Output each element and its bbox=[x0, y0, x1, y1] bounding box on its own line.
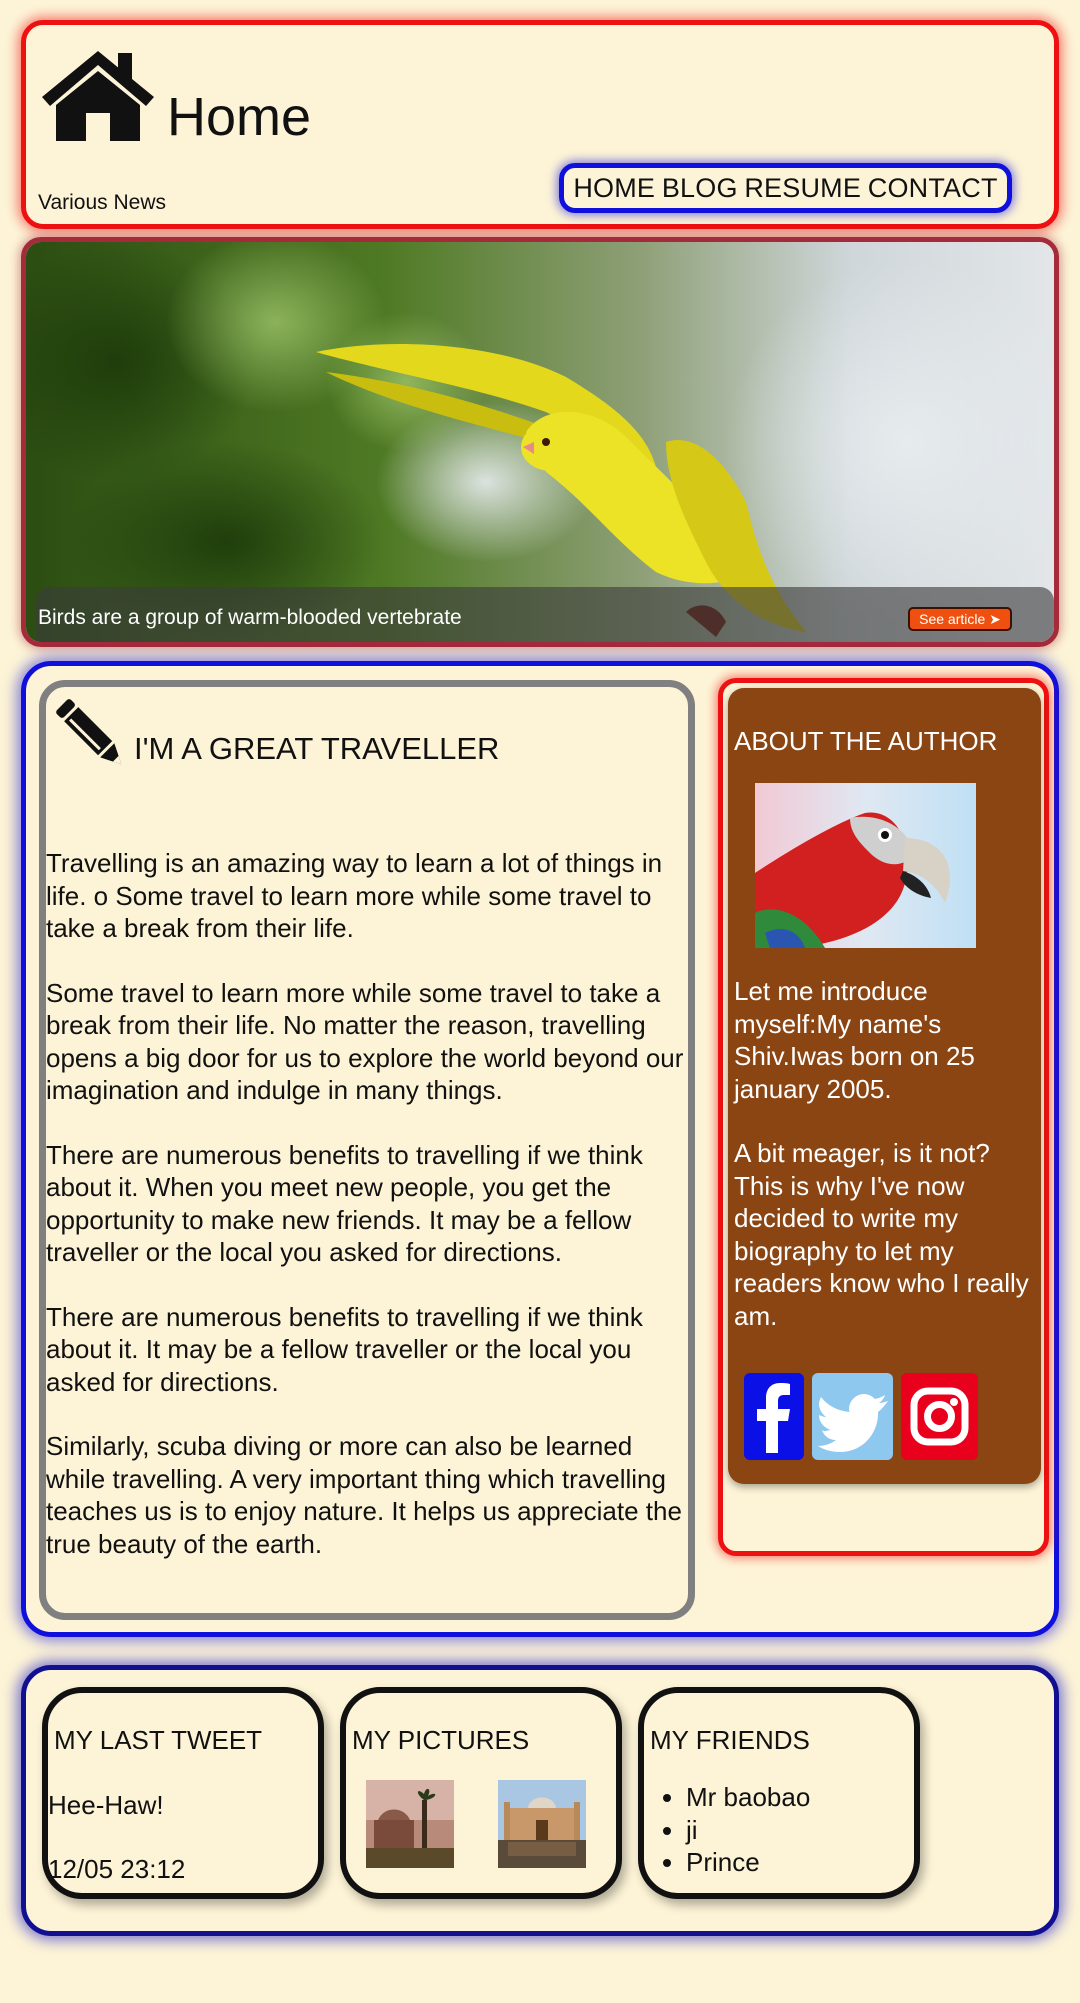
bird-photo bbox=[26, 242, 1054, 642]
friend-item[interactable]: Prince bbox=[686, 1846, 810, 1879]
last-tweet-title: MY LAST TWEET bbox=[54, 1725, 263, 1755]
author-panel: ABOUT THE AUTHOR Let me introduce myself… bbox=[718, 678, 1049, 1556]
my-pictures-title: MY PICTURES bbox=[352, 1725, 530, 1755]
hero-caption: Birds are a group of warm-blooded verteb… bbox=[38, 606, 462, 629]
article-paragraph: There are numerous benefits to travellin… bbox=[46, 1301, 643, 1397]
article-paragraph: Some travel to learn more while some tra… bbox=[46, 977, 684, 1106]
hero-banner: Birds are a group of warm-blooded verteb… bbox=[21, 237, 1059, 647]
home-icon bbox=[42, 51, 154, 141]
pencil-icon bbox=[56, 699, 122, 765]
article-paragraph: Travelling is an amazing way to learn a … bbox=[46, 848, 663, 943]
tweet-timestamp: 12/05 23:12 bbox=[48, 1854, 186, 1884]
author-bio-paragraph: Let me introduce myself:My name's Shiv.I… bbox=[734, 976, 975, 1104]
main-content: I'M A GREAT TRAVELLER Travelling is an a… bbox=[21, 661, 1059, 1637]
article-body: Travelling is an amazing way to learn a … bbox=[46, 847, 694, 1592]
site-subtitle: Various News bbox=[38, 191, 166, 214]
main-nav: HOME BLOG RESUME CONTACT bbox=[559, 163, 1012, 213]
author-bio-paragraph: A bit meager, is it not? This is why I'v… bbox=[734, 1138, 1029, 1331]
nav-contact[interactable]: CONTACT bbox=[868, 173, 998, 204]
my-pictures-box: MY PICTURES bbox=[340, 1687, 622, 1899]
twitter-icon[interactable] bbox=[812, 1373, 893, 1460]
instagram-icon[interactable] bbox=[901, 1373, 978, 1460]
author-card: ABOUT THE AUTHOR Let me introduce myself… bbox=[728, 688, 1041, 1484]
tweet-text: Hee-Haw! bbox=[48, 1790, 164, 1820]
nav-resume[interactable]: RESUME bbox=[744, 173, 861, 204]
page-title: Home bbox=[167, 87, 312, 147]
article-paragraph: There are numerous benefits to travellin… bbox=[46, 1139, 643, 1268]
author-bio: Let me introduce myself:My name's Shiv.I… bbox=[734, 975, 1029, 1364]
article-title: I'M A GREAT TRAVELLER bbox=[134, 731, 500, 766]
friend-item[interactable]: ji bbox=[686, 1814, 810, 1847]
article-paragraph: Similarly, scuba diving or more can also… bbox=[46, 1431, 682, 1559]
site-footer: MY LAST TWEET Hee-Haw! 12/05 23:12 MY PI… bbox=[21, 1665, 1059, 1936]
nav-home[interactable]: HOME bbox=[573, 173, 655, 204]
friend-item[interactable]: Mr baobao bbox=[686, 1781, 810, 1814]
see-article-button[interactable]: See article ➤ bbox=[908, 607, 1012, 631]
my-friends-title: MY FRIENDS bbox=[650, 1725, 810, 1755]
picture-thumbnail[interactable] bbox=[498, 1780, 586, 1868]
friends-list: Mr baobao ji Prince bbox=[644, 1781, 810, 1879]
parrot-photo bbox=[755, 783, 976, 948]
facebook-icon[interactable] bbox=[744, 1373, 804, 1460]
my-friends-box: MY FRIENDS Mr baobao ji Prince bbox=[638, 1687, 920, 1899]
picture-thumbnail[interactable] bbox=[366, 1780, 454, 1868]
nav-blog[interactable]: BLOG bbox=[662, 173, 738, 204]
author-title: ABOUT THE AUTHOR bbox=[734, 726, 998, 756]
site-header: Home Various News HOME BLOG RESUME CONTA… bbox=[21, 20, 1059, 229]
article-card: I'M A GREAT TRAVELLER Travelling is an a… bbox=[39, 680, 695, 1620]
last-tweet-box: MY LAST TWEET Hee-Haw! 12/05 23:12 bbox=[42, 1687, 324, 1899]
